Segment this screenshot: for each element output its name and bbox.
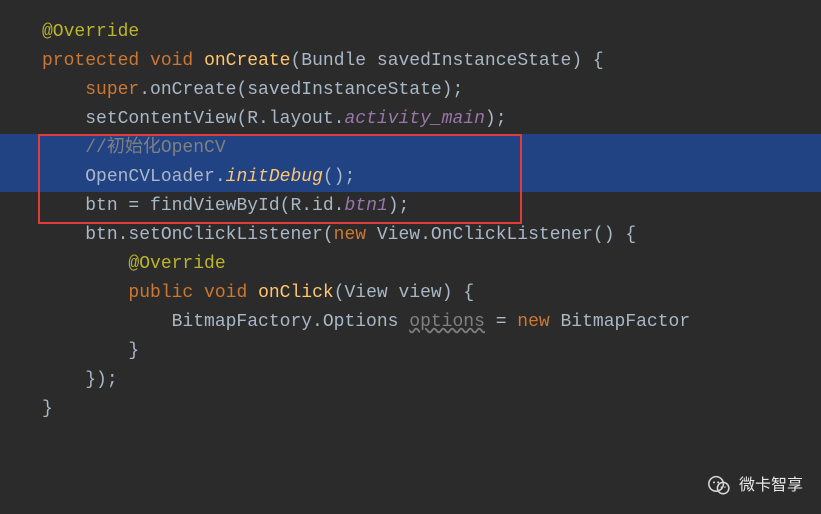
wechat-icon [707,473,733,499]
code-line[interactable]: super.onCreate(savedInstanceState); [0,76,821,105]
code-line[interactable]: protected void onCreate(Bundle savedInst… [0,47,821,76]
code-line[interactable]: } [0,395,821,424]
code-line[interactable]: public void onClick(View view) { [0,279,821,308]
code-line[interactable]: @Override [0,250,821,279]
code-line[interactable]: btn.setOnClickListener(new View.OnClickL… [0,221,821,250]
code-line[interactable]: }); [0,366,821,395]
watermark: 微卡智享 [707,471,803,500]
code-line[interactable]: //初始化OpenCV [0,134,821,163]
watermark-text: 微卡智享 [739,471,803,500]
code-editor[interactable]: @Override protected void onCreate(Bundle… [0,0,821,514]
code-line[interactable]: BitmapFactory.Options options = new Bitm… [0,308,821,337]
code-line[interactable]: OpenCVLoader.initDebug(); [0,163,821,192]
annotation: @Override [128,254,225,274]
comment: //初始化OpenCV [85,138,225,158]
code-line[interactable]: @Override [0,18,821,47]
code-line[interactable]: btn = findViewById(R.id.btn1); [0,192,821,221]
unused-variable: options [409,312,485,332]
code-line[interactable]: } [0,337,821,366]
code-line[interactable]: setContentView(R.layout.activity_main); [0,105,821,134]
annotation: @Override [42,22,139,42]
